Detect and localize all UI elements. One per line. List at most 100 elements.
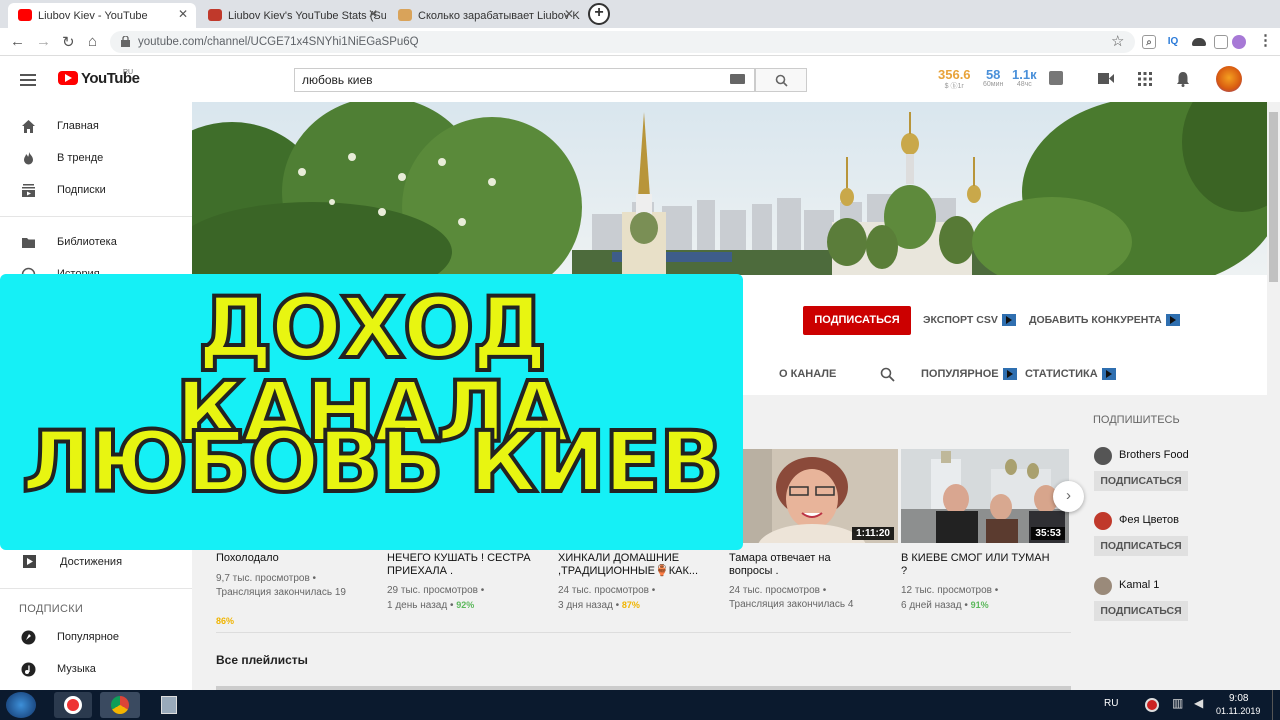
video-title[interactable]: ХИНКАЛИ ДОМАШНИЕ [558, 552, 679, 565]
home-icon[interactable]: ⌂ [88, 33, 97, 50]
bookmark-star-icon[interactable]: ☆ [1111, 32, 1124, 50]
video-thumbnail[interactable]: 1:11:20 [742, 449, 898, 543]
user-avatar[interactable] [1216, 66, 1242, 92]
suggested-subscribe-button[interactable]: ПОДПИСАТЬСЯ [1094, 601, 1188, 621]
network-icon[interactable]: ▥ [1172, 696, 1183, 710]
video-title-line2[interactable]: ,ТРАДИЦИОННЫЕ🏺КАК... [558, 565, 698, 578]
bar-chart-icon[interactable] [1049, 71, 1063, 85]
video-duration: 1:11:20 [852, 527, 894, 540]
video-title[interactable]: НЕЧЕГО КУШАТЬ ! СЕСТРА [387, 552, 531, 565]
video-rating: 92% [456, 600, 475, 610]
suggested-channel-name[interactable]: Brothers Food [1119, 449, 1189, 461]
kiev-landscape-picture [192, 102, 1267, 275]
sidebar-item-popular[interactable]: Популярное [0, 623, 192, 653]
video-rating: 86% [216, 616, 235, 626]
tab-about[interactable]: О КАНАЛЕ [779, 368, 836, 380]
channel-avatar[interactable] [1094, 512, 1112, 530]
suggested-subscribe-button[interactable]: ПОДПИСАТЬСЯ [1094, 536, 1188, 556]
keyboard-icon[interactable] [730, 74, 745, 84]
iq-extension-icon[interactable]: IQ [1166, 35, 1180, 49]
page-scrollbar[interactable] [1267, 102, 1280, 690]
subscribe-panel-heading: ПОДПИШИТЕСЬ [1093, 414, 1180, 426]
tab-statistics[interactable]: СТАТИСТИКА [1025, 368, 1116, 381]
video-title-line2[interactable]: вопросы . [729, 565, 779, 578]
tab-popular[interactable]: ПОПУЛЯРНОЕ [921, 368, 1017, 381]
export-csv-label: ЭКСПОРТ CSV [923, 314, 998, 326]
stat-hours: 1.1к 48чс [1012, 67, 1037, 88]
video-title-line2[interactable]: ПРИЕХАЛА . [387, 565, 453, 578]
browser-toolbar: ← → ↻ ⌂ youtube.com/channel/UCGE71x4SNYh… [0, 28, 1280, 56]
video-title[interactable]: В КИЕВЕ СМОГ ИЛИ ТУМАН [901, 552, 1050, 565]
add-competitor-icon [1165, 314, 1180, 327]
record-tray-icon[interactable] [1145, 698, 1159, 712]
sidebar-item-library[interactable]: Библиотека [0, 228, 192, 258]
search-input[interactable]: любовь киев [294, 68, 755, 92]
address-bar[interactable]: youtube.com/channel/UCGE71x4SNYhi1NiEGaS… [110, 31, 1135, 53]
search-button[interactable] [755, 68, 807, 92]
browser-tab-stats[interactable]: Liubov Kiev's YouTube Stats (Sur ✕ [198, 3, 386, 28]
close-tab-icon[interactable]: ✕ [564, 7, 574, 21]
language-indicator[interactable]: RU [1104, 698, 1118, 709]
close-tab-icon[interactable]: ✕ [368, 7, 378, 21]
taskbar-app-calculator[interactable] [150, 692, 188, 718]
new-tab-button[interactable]: + [588, 3, 610, 25]
sidebar-item-music[interactable]: Музыка [0, 655, 192, 685]
add-competitor-button[interactable]: ДОБАВИТЬ КОНКУРЕНТА [1029, 314, 1180, 327]
volume-icon[interactable]: ◀ [1194, 696, 1203, 710]
video-title[interactable]: Тамара отвечает на [729, 552, 831, 565]
video-date-row: 1 день назад • 92% [387, 598, 474, 613]
browser-tab-youtube[interactable]: Liubov Kiev - YouTube ✕ [8, 3, 196, 28]
tab-popular-label: ПОПУЛЯРНОЕ [921, 368, 999, 380]
channel-search-icon[interactable] [880, 367, 895, 382]
suggested-channel-name[interactable]: Фея Цветов [1119, 514, 1179, 526]
playlists-heading[interactable]: Все плейлисты [216, 653, 308, 667]
menu-icon[interactable] [20, 74, 36, 86]
clock-time[interactable]: 9:08 [1229, 693, 1248, 704]
video-title[interactable]: Похолодало [216, 552, 279, 565]
browser-menu-icon[interactable]: ⋮ [1258, 31, 1273, 49]
taskbar-app-chrome[interactable] [100, 692, 140, 718]
suggested-subscribe-button[interactable]: ПОДПИСАТЬСЯ [1094, 471, 1188, 491]
sidebar-item-label: Главная [57, 120, 99, 132]
browser-tab-earnings[interactable]: Сколько зарабатывает Liubov K ✕ [388, 3, 582, 28]
video-date: 1 день назад • [387, 600, 454, 611]
channel-avatar[interactable] [1094, 577, 1112, 595]
profile-avatar-icon[interactable] [1232, 35, 1246, 49]
chrome-icon [111, 696, 129, 714]
stat-value: 1.1к [1012, 67, 1037, 82]
overlay-title-card: ДОХОД КАНАЛА ЛЮБОВЬ КИЕВ [0, 274, 743, 550]
back-icon[interactable]: ← [10, 33, 25, 50]
youtube-logo-icon[interactable] [58, 71, 78, 85]
create-video-icon[interactable] [1098, 73, 1114, 84]
subscribe-button[interactable]: ПОДПИСАТЬСЯ [803, 306, 911, 335]
forward-icon[interactable]: → [36, 33, 51, 50]
sidebar-item-home[interactable]: Главная [0, 112, 192, 142]
scrollbar-thumb[interactable] [1269, 112, 1278, 282]
notifications-bell-icon[interactable] [1176, 71, 1190, 87]
video-thumbnail[interactable]: 35:53 [901, 449, 1069, 543]
popular-tab-icon [1002, 368, 1017, 381]
channel-banner-image [192, 102, 1267, 275]
suggested-channel-name[interactable]: Kamal 1 [1119, 579, 1159, 591]
add-competitor-label: ДОБАВИТЬ КОНКУРЕНТА [1029, 314, 1162, 326]
video-views: 29 тыс. просмотров • [387, 585, 485, 596]
search-extension-icon[interactable]: ⌕ [1142, 35, 1156, 49]
close-tab-icon[interactable]: ✕ [178, 7, 188, 21]
sidebar-item-achievements[interactable]: Достижения [0, 548, 192, 578]
reload-icon[interactable]: ↻ [62, 33, 75, 51]
hat-extension-icon[interactable] [1192, 38, 1206, 46]
channel-avatar[interactable] [1094, 447, 1112, 465]
taskbar-app-recorder[interactable] [54, 692, 92, 718]
section-divider [216, 632, 1071, 633]
apps-grid-icon[interactable] [1138, 72, 1152, 86]
export-csv-button[interactable]: ЭКСПОРТ CSV [923, 314, 1016, 327]
show-desktop-button[interactable] [1272, 690, 1280, 720]
sidebar-item-trending[interactable]: В тренде [0, 144, 192, 174]
video-title-line2[interactable]: ? [901, 565, 907, 578]
carousel-next-button[interactable]: › [1053, 481, 1084, 512]
stat-sub: 60мин [983, 81, 1004, 88]
sidebar-item-subscriptions[interactable]: Подписки [0, 176, 192, 206]
start-button[interactable] [6, 692, 36, 718]
clock-date[interactable]: 01.11.2019 [1216, 706, 1260, 716]
extension-icon[interactable] [1214, 35, 1228, 49]
